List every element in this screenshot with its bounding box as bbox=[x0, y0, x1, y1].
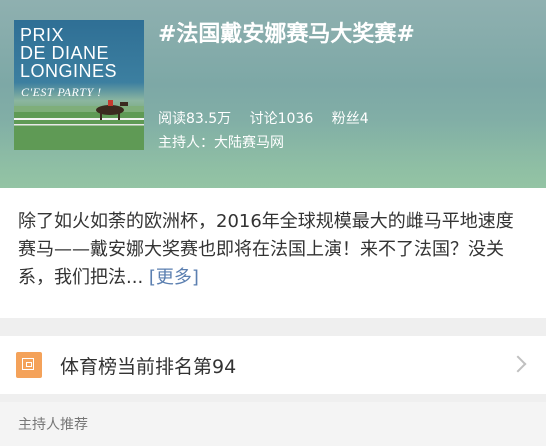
discussion-count: 讨论1036 bbox=[249, 111, 314, 127]
ranking-text: 体育榜当前排名第94 bbox=[60, 356, 237, 378]
chevron-right-icon bbox=[509, 355, 527, 373]
read-count: 阅读83.5万 bbox=[158, 111, 232, 127]
topic-host[interactable]: 主持人：大陆赛马网 bbox=[158, 132, 284, 152]
fan-count: 粉丝4 bbox=[331, 111, 369, 127]
cover-tagline: C'EST PARTY ! bbox=[21, 85, 102, 99]
host-recommend-section-header: 主持人推荐 bbox=[0, 402, 546, 446]
cover-brand-text: PRIX DE DIANE LONGINES bbox=[20, 25, 118, 81]
topic-cover-image[interactable]: PRIX DE DIANE LONGINES C'EST PARTY ! bbox=[14, 20, 144, 150]
topic-stats: 阅读83.5万 讨论1036 粉丝4 bbox=[158, 108, 383, 128]
description-body: 除了如火如荼的欧洲杯，2016年全球规模最大的雌马平地速度赛马——戴安娜大奖赛也… bbox=[18, 211, 514, 288]
ranking-icon bbox=[16, 352, 42, 378]
topic-title: #法国戴安娜赛马大奖赛# bbox=[158, 22, 415, 47]
divider bbox=[0, 394, 546, 402]
ranking-row[interactable]: 体育榜当前排名第94 bbox=[0, 336, 546, 394]
more-link[interactable]: [更多] bbox=[149, 267, 199, 288]
description-text: 除了如火如荼的欧洲杯，2016年全球规模最大的雌马平地速度赛马——戴安娜大奖赛也… bbox=[18, 208, 528, 292]
topic-description: 除了如火如荼的欧洲杯，2016年全球规模最大的雌马平地速度赛马——戴安娜大奖赛也… bbox=[0, 188, 546, 318]
spacer bbox=[0, 318, 546, 336]
section-label: 主持人推荐 bbox=[18, 417, 88, 433]
topic-header: PRIX DE DIANE LONGINES C'EST PARTY ! #法国… bbox=[0, 0, 546, 188]
